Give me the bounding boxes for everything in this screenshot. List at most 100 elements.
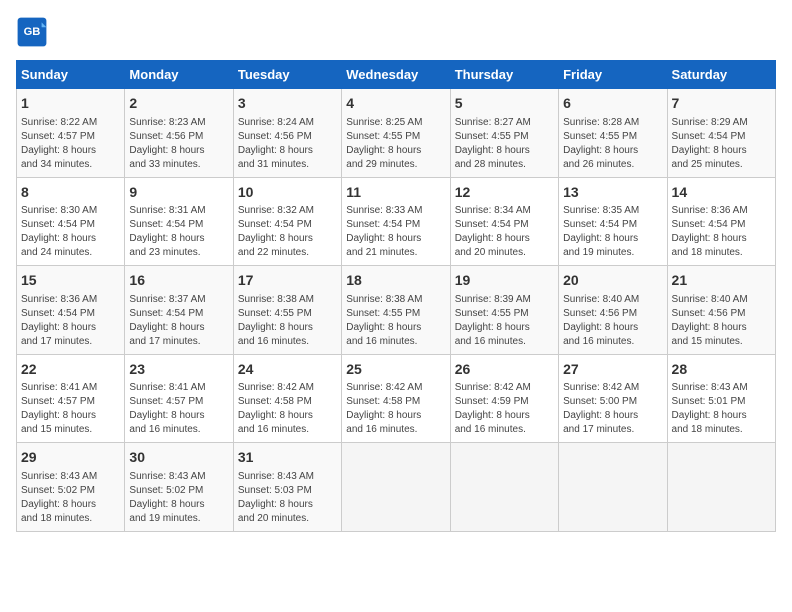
week-row-5: 29Sunrise: 8:43 AMSunset: 5:02 PMDayligh…: [17, 443, 776, 532]
day-cell: 12Sunrise: 8:34 AMSunset: 4:54 PMDayligh…: [450, 177, 558, 266]
day-info-line: Sunrise: 8:43 AM: [21, 470, 120, 484]
day-number: 28: [672, 360, 771, 380]
day-info-line: Sunrise: 8:38 AM: [346, 293, 445, 307]
day-info-line: and 16 minutes.: [455, 335, 554, 349]
day-cell: 5Sunrise: 8:27 AMSunset: 4:55 PMDaylight…: [450, 89, 558, 178]
day-info-line: Daylight: 8 hours: [129, 232, 228, 246]
day-info-line: and 33 minutes.: [129, 158, 228, 172]
day-info-line: Sunrise: 8:43 AM: [672, 381, 771, 395]
day-info-line: Sunrise: 8:24 AM: [238, 116, 337, 130]
day-info-line: Daylight: 8 hours: [238, 232, 337, 246]
day-info-line: Sunset: 4:55 PM: [563, 130, 662, 144]
day-cell: 18Sunrise: 8:38 AMSunset: 4:55 PMDayligh…: [342, 266, 450, 355]
day-number: 18: [346, 271, 445, 291]
day-number: 30: [129, 448, 228, 468]
day-cell: 23Sunrise: 8:41 AMSunset: 4:57 PMDayligh…: [125, 354, 233, 443]
day-info-line: and 16 minutes.: [455, 423, 554, 437]
day-info-line: and 16 minutes.: [346, 335, 445, 349]
day-number: 15: [21, 271, 120, 291]
day-info-line: Daylight: 8 hours: [238, 409, 337, 423]
day-info-line: Daylight: 8 hours: [455, 321, 554, 335]
day-info-line: Daylight: 8 hours: [346, 232, 445, 246]
day-number: 22: [21, 360, 120, 380]
day-cell: 16Sunrise: 8:37 AMSunset: 4:54 PMDayligh…: [125, 266, 233, 355]
day-info-line: Sunset: 4:54 PM: [21, 307, 120, 321]
day-number: 11: [346, 183, 445, 203]
day-info-line: and 20 minutes.: [238, 512, 337, 526]
header-row: SundayMondayTuesdayWednesdayThursdayFrid…: [17, 61, 776, 89]
day-info-line: Sunset: 4:54 PM: [455, 218, 554, 232]
day-cell: 15Sunrise: 8:36 AMSunset: 4:54 PMDayligh…: [17, 266, 125, 355]
day-info-line: and 31 minutes.: [238, 158, 337, 172]
day-info-line: Daylight: 8 hours: [672, 321, 771, 335]
day-info-line: Sunset: 4:54 PM: [129, 218, 228, 232]
day-info-line: Sunrise: 8:43 AM: [238, 470, 337, 484]
day-cell: 1Sunrise: 8:22 AMSunset: 4:57 PMDaylight…: [17, 89, 125, 178]
calendar-table: SundayMondayTuesdayWednesdayThursdayFrid…: [16, 60, 776, 532]
day-info-line: Daylight: 8 hours: [672, 144, 771, 158]
day-info-line: Sunrise: 8:25 AM: [346, 116, 445, 130]
day-info-line: Sunset: 4:54 PM: [21, 218, 120, 232]
day-info-line: and 22 minutes.: [238, 246, 337, 260]
col-header-monday: Monday: [125, 61, 233, 89]
day-info-line: Sunset: 4:54 PM: [129, 307, 228, 321]
day-info-line: Daylight: 8 hours: [238, 144, 337, 158]
day-info-line: Sunrise: 8:39 AM: [455, 293, 554, 307]
col-header-friday: Friday: [559, 61, 667, 89]
page-header: GB: [16, 16, 776, 48]
day-info-line: Sunset: 4:58 PM: [346, 395, 445, 409]
day-info-line: Sunrise: 8:43 AM: [129, 470, 228, 484]
day-number: 7: [672, 94, 771, 114]
day-number: 5: [455, 94, 554, 114]
day-info-line: Sunset: 4:57 PM: [129, 395, 228, 409]
day-cell: 8Sunrise: 8:30 AMSunset: 4:54 PMDaylight…: [17, 177, 125, 266]
day-info-line: and 16 minutes.: [238, 335, 337, 349]
day-info-line: and 25 minutes.: [672, 158, 771, 172]
day-info-line: Daylight: 8 hours: [21, 321, 120, 335]
day-number: 20: [563, 271, 662, 291]
day-cell: 3Sunrise: 8:24 AMSunset: 4:56 PMDaylight…: [233, 89, 341, 178]
day-info-line: Sunset: 5:03 PM: [238, 484, 337, 498]
col-header-thursday: Thursday: [450, 61, 558, 89]
day-info-line: and 18 minutes.: [672, 246, 771, 260]
day-info-line: Sunset: 4:57 PM: [21, 130, 120, 144]
day-info-line: Sunrise: 8:40 AM: [563, 293, 662, 307]
day-cell: 13Sunrise: 8:35 AMSunset: 4:54 PMDayligh…: [559, 177, 667, 266]
day-number: 24: [238, 360, 337, 380]
day-info-line: Sunrise: 8:35 AM: [563, 204, 662, 218]
day-number: 25: [346, 360, 445, 380]
day-info-line: Daylight: 8 hours: [563, 232, 662, 246]
logo: GB: [16, 16, 52, 48]
day-info-line: Sunrise: 8:37 AM: [129, 293, 228, 307]
day-info-line: Daylight: 8 hours: [455, 232, 554, 246]
day-info-line: Sunrise: 8:42 AM: [563, 381, 662, 395]
day-cell: 29Sunrise: 8:43 AMSunset: 5:02 PMDayligh…: [17, 443, 125, 532]
day-info-line: Sunset: 4:55 PM: [238, 307, 337, 321]
day-info-line: Sunset: 5:02 PM: [129, 484, 228, 498]
day-number: 12: [455, 183, 554, 203]
day-info-line: Daylight: 8 hours: [346, 321, 445, 335]
day-number: 21: [672, 271, 771, 291]
day-info-line: and 16 minutes.: [238, 423, 337, 437]
week-row-4: 22Sunrise: 8:41 AMSunset: 4:57 PMDayligh…: [17, 354, 776, 443]
day-cell: 26Sunrise: 8:42 AMSunset: 4:59 PMDayligh…: [450, 354, 558, 443]
day-info-line: Sunset: 4:59 PM: [455, 395, 554, 409]
day-info-line: Sunrise: 8:38 AM: [238, 293, 337, 307]
day-number: 19: [455, 271, 554, 291]
day-number: 23: [129, 360, 228, 380]
day-number: 6: [563, 94, 662, 114]
day-info-line: Sunrise: 8:41 AM: [129, 381, 228, 395]
day-cell: 27Sunrise: 8:42 AMSunset: 5:00 PMDayligh…: [559, 354, 667, 443]
day-number: 9: [129, 183, 228, 203]
col-header-wednesday: Wednesday: [342, 61, 450, 89]
day-info-line: Sunset: 5:00 PM: [563, 395, 662, 409]
day-info-line: and 34 minutes.: [21, 158, 120, 172]
day-info-line: Sunrise: 8:28 AM: [563, 116, 662, 130]
day-info-line: Daylight: 8 hours: [129, 321, 228, 335]
day-info-line: and 15 minutes.: [672, 335, 771, 349]
day-info-line: and 16 minutes.: [346, 423, 445, 437]
day-info-line: and 18 minutes.: [21, 512, 120, 526]
day-info-line: Sunrise: 8:41 AM: [21, 381, 120, 395]
day-number: 10: [238, 183, 337, 203]
day-cell: [450, 443, 558, 532]
